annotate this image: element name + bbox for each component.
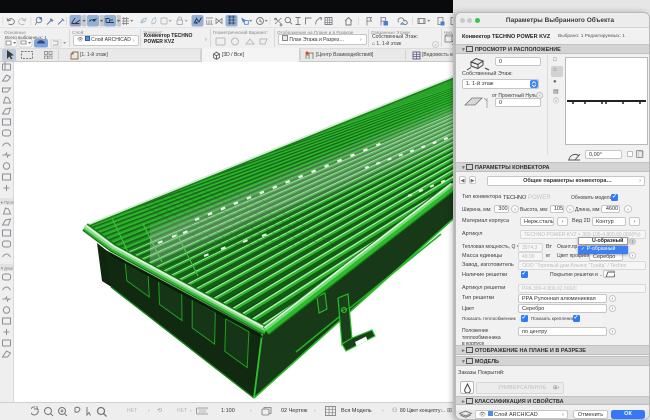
svg-text:▾ Доку: ▾ Доку [1, 266, 13, 271]
svg-text:▸ Пров: ▸ Пров [1, 200, 14, 205]
